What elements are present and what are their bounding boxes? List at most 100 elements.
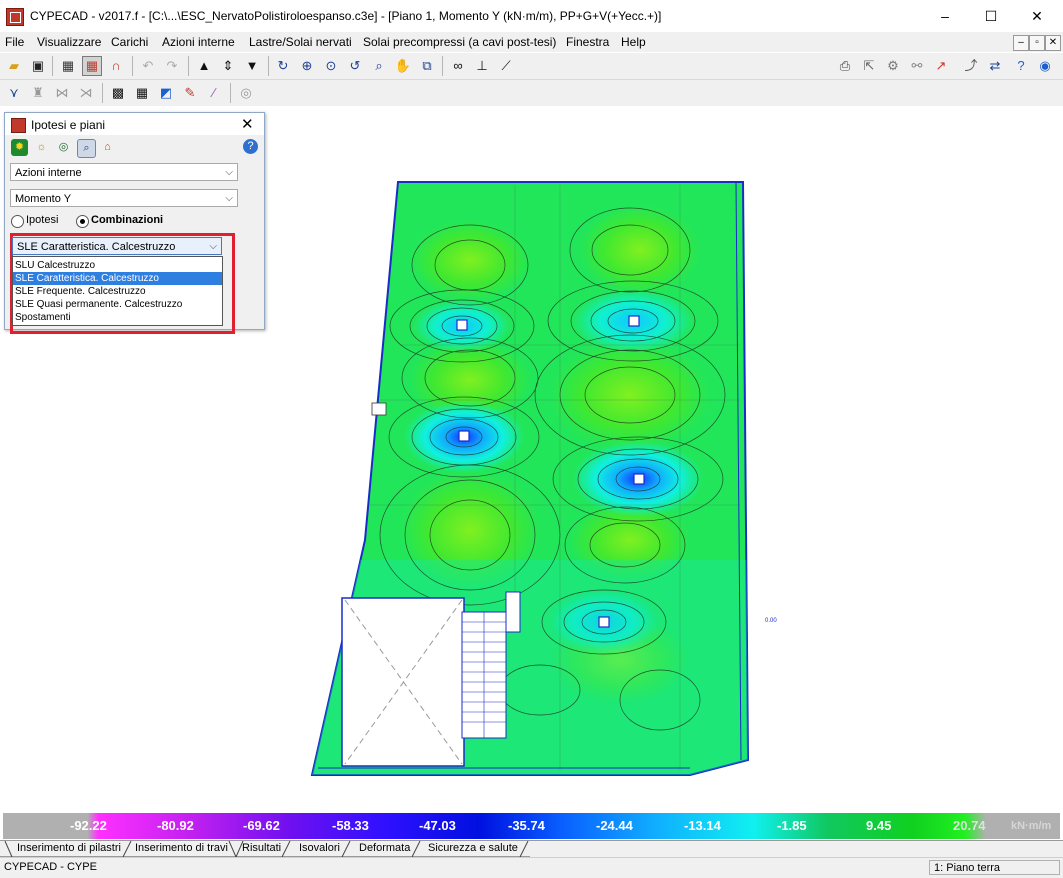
- cypecad-app-icon: [6, 8, 24, 26]
- info-icon[interactable]: ◉: [1035, 56, 1055, 76]
- effort-value: Momento Y: [15, 193, 72, 205]
- hypothesis-icon[interactable]: ✹: [11, 139, 28, 156]
- frame-icon[interactable]: ⋈: [52, 83, 72, 103]
- menu-azioni-interne[interactable]: Azioni interne: [162, 35, 235, 49]
- view-grid-icon[interactable]: ▦: [58, 56, 78, 76]
- eye-icon[interactable]: ◎: [236, 83, 256, 103]
- zoom-previous-icon[interactable]: ↺: [345, 56, 365, 76]
- radio-combinazioni[interactable]: [76, 215, 89, 228]
- window-title: CYPECAD - v2017.f - [C:\...\ESC_NervatoP…: [30, 9, 662, 23]
- view-3d-icon[interactable]: ⋎: [4, 83, 24, 103]
- mdi-close-button[interactable]: ✕: [1045, 35, 1061, 51]
- legend-value: -69.62: [243, 818, 280, 833]
- dropdown-item[interactable]: SLE Quasi permanente. Calcestruzzo: [13, 298, 222, 311]
- chevron-down-icon: ⌵: [225, 193, 233, 204]
- zoom-all-icon[interactable]: ⌕: [369, 56, 389, 76]
- menu-carichi[interactable]: Carichi: [111, 35, 148, 49]
- zoom-icon[interactable]: ⊙: [321, 56, 341, 76]
- radio-ipotesi[interactable]: [11, 215, 24, 228]
- menu-solai-precompressi[interactable]: Solai precompressi (a cavi post-tesi): [363, 35, 556, 49]
- status-bar: CYPECAD - CYPE 1: Piano terra: [0, 857, 1063, 878]
- dropdown-item-selected[interactable]: SLE Caratteristica. Calcestruzzo: [13, 272, 222, 285]
- radio-ipotesi-label: Ipotesi: [26, 214, 59, 226]
- status-app-name: CYPECAD - CYPE: [4, 861, 97, 873]
- save-icon[interactable]: ▣: [28, 56, 48, 76]
- redraw-icon[interactable]: ↻: [273, 56, 293, 76]
- measure-icon[interactable]: ⟋: [496, 56, 516, 76]
- combination-select[interactable]: SLE Caratteristica. Calcestruzzo ⌵: [12, 237, 222, 255]
- results-grid-icon[interactable]: ▦: [82, 56, 102, 76]
- floor-updown-icon[interactable]: ⇕: [218, 56, 238, 76]
- color-scale-legend: -92.22 -80.92 -69.62 -58.33 -47.03 -35.7…: [3, 813, 1060, 839]
- settings-gear-icon[interactable]: ⚙: [883, 56, 903, 76]
- menu-help[interactable]: Help: [621, 35, 646, 49]
- link-icon[interactable]: ⚯: [907, 56, 927, 76]
- legend-value: -80.92: [157, 818, 194, 833]
- mode-tabs: Inserimento di pilastri Inserimento di t…: [0, 840, 1063, 858]
- main-toolbar: ▰ ▣ ▦ ▦ ∩ ↶ ↷ ▲ ⇕ ▼ ↻ ⊕ ⊙ ↺ ⌕ ✋ ⧉ ∞ ⊥ ⟋ …: [0, 53, 1063, 80]
- undo-icon[interactable]: ↶: [138, 56, 158, 76]
- share-icon[interactable]: ⤴: [961, 56, 981, 76]
- legend-unit: kN·m/m: [1011, 820, 1052, 832]
- menu-file[interactable]: File: [5, 35, 24, 49]
- mdi-restore-button[interactable]: ▫: [1029, 35, 1045, 51]
- loads-icon[interactable]: ☼: [33, 139, 50, 156]
- chevron-down-icon: ⌵: [209, 241, 217, 252]
- panel-title: Ipotesi e piani: [31, 118, 106, 132]
- legend-value: -13.14: [684, 818, 721, 833]
- legend-value: -58.33: [332, 818, 369, 833]
- menu-visualizzare[interactable]: Visualizzare: [37, 35, 101, 49]
- secondary-toolbar: ⋎ ♜ ⋈ ⋊ ▩ ▦ ◩ ✎ ⁄ ◎: [0, 80, 1063, 107]
- floor-up-icon[interactable]: ▲: [194, 56, 214, 76]
- dropdown-item[interactable]: SLE Frequente. Calcestruzzo: [13, 285, 222, 298]
- panel-help-icon[interactable]: ?: [243, 139, 258, 154]
- chevron-down-icon: ⌵: [225, 167, 233, 178]
- search-results-icon[interactable]: ⌕: [77, 139, 96, 158]
- dropdown-item[interactable]: SLU Calcestruzzo: [13, 259, 222, 272]
- ipotesi-e-piani-panel: Ipotesi e piani ✕ ✹ ☼ ◎ ⌕ ⌂ ? Azioni int…: [4, 112, 265, 334]
- view-window-icon[interactable]: ⧉: [417, 56, 437, 76]
- canvas-value-label: 0.00: [765, 618, 777, 624]
- close-button[interactable]: ✕: [1014, 0, 1060, 32]
- legend-value: -35.74: [508, 818, 545, 833]
- legend-value: -92.22: [70, 818, 107, 833]
- analysis-type-value: Azioni interne: [15, 167, 82, 179]
- open-folder-icon[interactable]: ▰: [4, 56, 24, 76]
- menu-lastre-solai[interactable]: Lastre/Solai nervati: [249, 35, 352, 49]
- maximize-button[interactable]: ☐: [968, 0, 1014, 32]
- legend-value: 9.45: [866, 818, 892, 833]
- print-icon[interactable]: ⎙: [835, 56, 855, 76]
- floor-down-icon[interactable]: ▼: [242, 56, 262, 76]
- pan-hand-icon[interactable]: ✋: [393, 56, 413, 76]
- combination-value: SLE Caratteristica. Calcestruzzo: [17, 241, 176, 253]
- pencil-icon[interactable]: ✎: [180, 83, 200, 103]
- building-icon[interactable]: ⌂: [99, 139, 116, 156]
- redo-icon[interactable]: ↷: [162, 56, 182, 76]
- binoculars-icon[interactable]: ∞: [448, 56, 468, 76]
- cross-icon[interactable]: ⋊: [76, 83, 96, 103]
- help-icon[interactable]: ?: [1011, 56, 1031, 76]
- export-icon[interactable]: ⇱: [859, 56, 879, 76]
- dimension-icon[interactable]: ⊥: [472, 56, 492, 76]
- target-icon[interactable]: ◎: [55, 139, 72, 156]
- network-icon[interactable]: ⇄: [985, 56, 1005, 76]
- legend-value: -1.85: [777, 818, 807, 833]
- external-link-icon[interactable]: ↗: [931, 56, 951, 76]
- tab-separators: [0, 841, 530, 858]
- structure-icon[interactable]: ♜: [28, 83, 48, 103]
- column-grid-icon[interactable]: ▩: [108, 83, 128, 103]
- minimize-button[interactable]: –: [922, 0, 968, 32]
- mesh-icon[interactable]: ▦: [132, 83, 152, 103]
- effort-select[interactable]: Momento Y ⌵: [10, 189, 238, 207]
- mdi-minimize-button[interactable]: –: [1013, 35, 1029, 51]
- marker-icon[interactable]: ⁄: [204, 83, 224, 103]
- dropdown-item[interactable]: Spostamenti: [13, 311, 222, 324]
- panel-close-button[interactable]: ✕: [241, 115, 254, 133]
- magnet-icon[interactable]: ∩: [106, 56, 126, 76]
- title-bar: CYPECAD - v2017.f - [C:\...\ESC_NervatoP…: [0, 0, 1063, 33]
- legend-value: -47.03: [419, 818, 456, 833]
- slab-icon[interactable]: ◩: [156, 83, 176, 103]
- zoom-window-icon[interactable]: ⊕: [297, 56, 317, 76]
- analysis-type-select[interactable]: Azioni interne ⌵: [10, 163, 238, 181]
- menu-finestra[interactable]: Finestra: [566, 35, 609, 49]
